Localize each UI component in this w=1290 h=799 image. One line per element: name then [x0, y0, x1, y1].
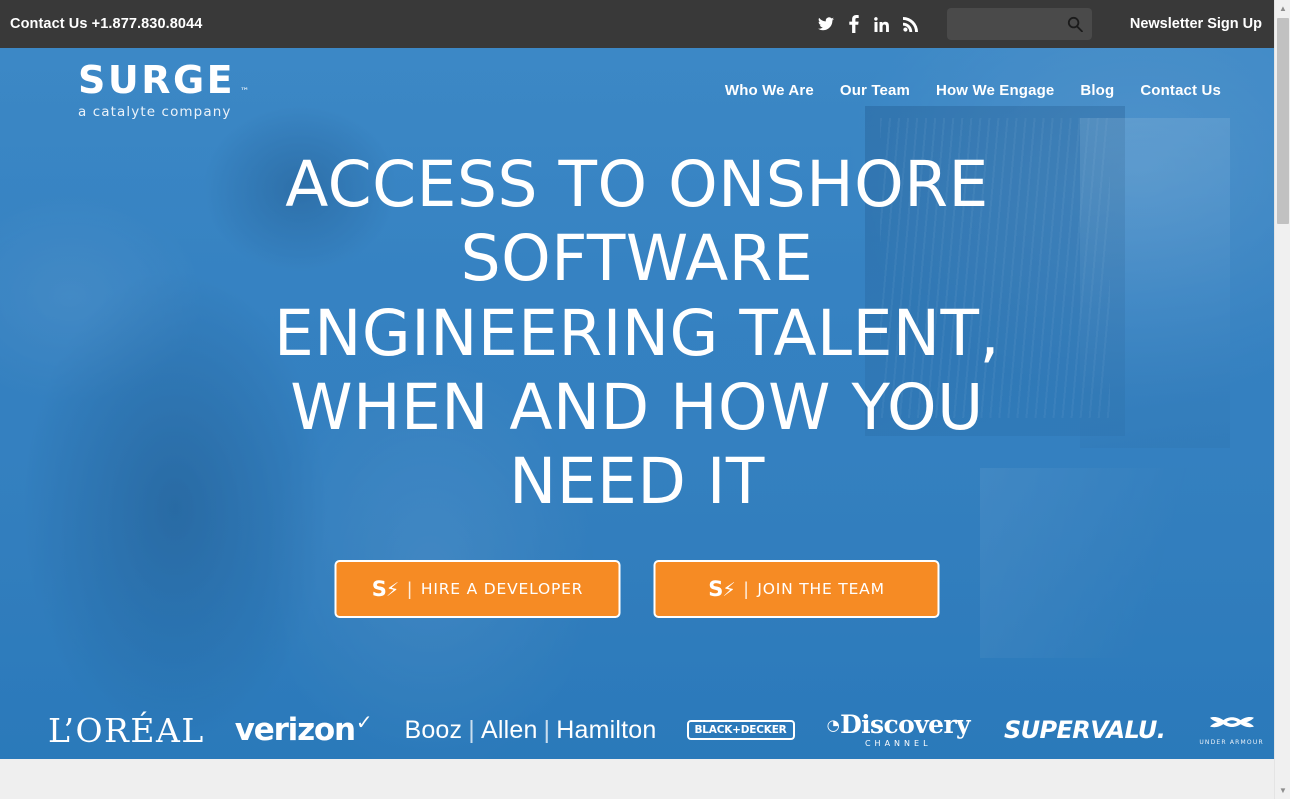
rss-icon[interactable]: [902, 15, 919, 33]
search-icon[interactable]: [1067, 16, 1083, 33]
discovery-word-text: Discovery: [840, 710, 970, 739]
topbar-right-group: Newsletter Sign Up: [818, 0, 1274, 48]
hamilton-word: Hamilton: [556, 715, 657, 744]
nav-item-who-we-are[interactable]: Who We Are: [712, 76, 827, 105]
newsletter-signup-link[interactable]: Newsletter Sign Up: [1130, 16, 1262, 32]
logo-tagline: a catalyte company: [78, 104, 232, 120]
verizon-check-icon: ✓: [355, 710, 373, 734]
lightning-bolt-icon: ⚡: [722, 579, 735, 601]
scrollbar-thumb[interactable]: [1277, 18, 1289, 224]
black-decker-line2: DECKER: [740, 723, 787, 736]
client-logo-under-armour: UNDER ARMOUR: [1199, 714, 1264, 746]
scroll-down-arrow-icon[interactable]: ▼: [1275, 782, 1290, 799]
allen-word: Allen: [480, 715, 538, 744]
nav-item-how-we-engage[interactable]: How We Engage: [923, 76, 1067, 105]
logo-word-text: SURGE: [78, 58, 236, 102]
client-logo-booz-allen-hamilton: Booz | Allen | Hamilton: [404, 716, 656, 745]
hero-headline: ACCESS TO ONSHORE SOFTWARE ENGINEERING T…: [273, 148, 1001, 519]
discovery-wordmark: ◔Discovery: [826, 710, 971, 739]
top-utility-bar: Contact Us +1.877.830.8044 Newsletter Si…: [0, 0, 1274, 48]
nav-item-blog[interactable]: Blog: [1067, 76, 1127, 105]
browser-page: Contact Us +1.877.830.8044 Newsletter Si…: [0, 0, 1290, 799]
facebook-icon[interactable]: [846, 15, 863, 33]
nav-item-our-team[interactable]: Our Team: [827, 76, 923, 105]
logo-trademark-symbol: ™: [240, 87, 250, 97]
discovery-globe-icon: ◔: [826, 716, 840, 734]
search-box[interactable]: [946, 8, 1092, 40]
vertical-scrollbar[interactable]: ▲ ▼: [1274, 0, 1290, 799]
twitter-icon[interactable]: [818, 15, 835, 33]
page-bottom-gutter: [0, 759, 1274, 779]
black-decker-line1: BLACK+: [694, 723, 741, 736]
client-logo-supervalu: SUPERVALU.: [1003, 716, 1166, 744]
client-logo-black-and-decker: BLACK+ DECKER: [686, 719, 795, 741]
surge-s-letter: S: [371, 577, 387, 601]
client-logo-discovery-channel: ◔Discovery CHANNEL: [826, 710, 971, 748]
hire-a-developer-button[interactable]: S ⚡ | HIRE A DEVELOPER: [334, 560, 621, 618]
page-viewport: Contact Us +1.877.830.8044 Newsletter Si…: [0, 0, 1274, 779]
linkedin-icon[interactable]: [874, 15, 891, 33]
join-the-team-label: JOIN THE TEAM: [757, 580, 885, 598]
booz-word: Booz: [404, 715, 463, 744]
client-logo-verizon: verizon ✓: [234, 710, 373, 748]
lightning-bolt-icon: ⚡: [385, 579, 399, 601]
nav-item-contact-us[interactable]: Contact Us: [1127, 76, 1234, 105]
contact-phone-link[interactable]: Contact Us +1.877.830.8044: [10, 16, 202, 32]
surge-s-letter: S: [708, 577, 723, 601]
surge-bolt-mark: S ⚡: [371, 577, 399, 601]
logo-wordmark: SURGE ™: [78, 58, 249, 102]
hire-a-developer-label: HIRE A DEVELOPER: [420, 580, 584, 598]
hero-section: SURGE ™ a catalyte company Who We Are Ou…: [0, 48, 1274, 779]
booz-divider-1: |: [468, 715, 475, 744]
cta-divider: |: [743, 578, 749, 599]
main-navigation: Who We Are Our Team How We Engage Blog C…: [712, 76, 1234, 105]
discovery-channel-sublabel: CHANNEL: [864, 739, 932, 748]
site-logo[interactable]: SURGE ™ a catalyte company: [78, 58, 249, 120]
under-armour-icon: [1209, 717, 1254, 728]
social-links: [818, 15, 919, 33]
verizon-wordmark: verizon: [234, 712, 356, 748]
client-logo-loreal: L’ORÉAL: [48, 710, 205, 750]
scroll-up-arrow-icon[interactable]: ▲: [1275, 0, 1290, 17]
site-masthead: SURGE ™ a catalyte company Who We Are Ou…: [0, 48, 1274, 133]
hero-cta-row: S ⚡ | HIRE A DEVELOPER S ⚡ | JOIN THE TEAM: [334, 560, 940, 618]
cta-divider: |: [407, 578, 412, 599]
under-armour-sublabel: UNDER ARMOUR: [1199, 739, 1264, 746]
join-the-team-button[interactable]: S ⚡ | JOIN THE TEAM: [653, 560, 940, 618]
surge-bolt-mark: S ⚡: [708, 577, 735, 601]
booz-divider-2: |: [543, 715, 551, 744]
